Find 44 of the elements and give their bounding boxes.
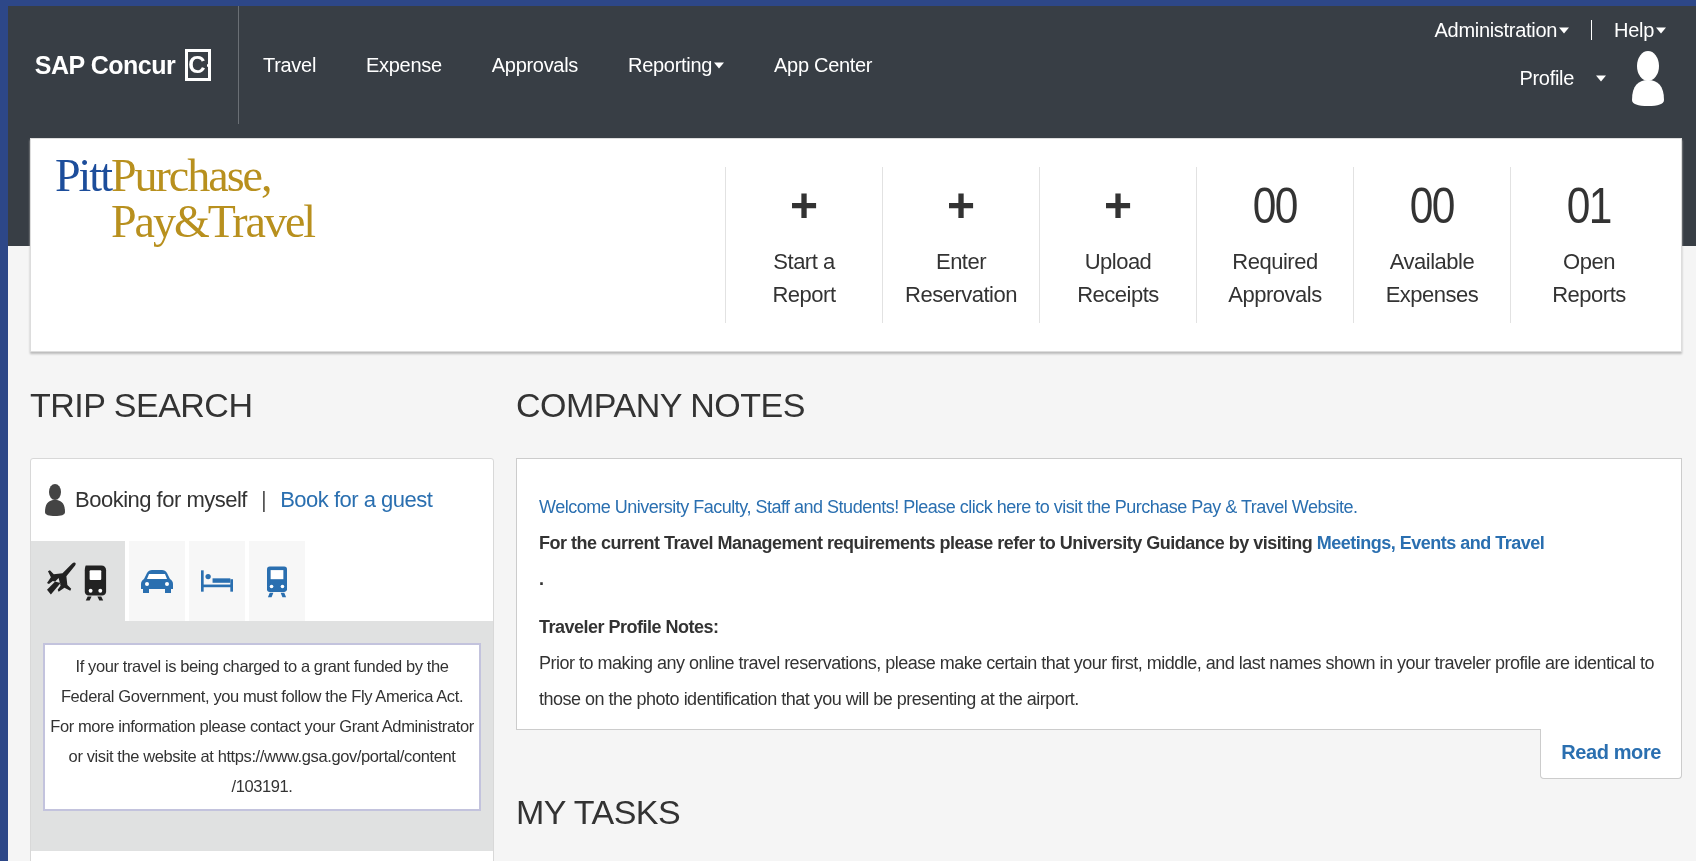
summary-tile[interactable]: + Upload Receipts [1039,167,1196,323]
train-icon [267,564,287,598]
travel-tab[interactable] [31,541,125,621]
summary-tile[interactable]: 00 Required Approvals [1196,167,1353,323]
nav-link[interactable]: App Center [774,53,873,77]
car-icon [141,569,173,593]
utility-menu-link[interactable]: Administration [1434,18,1570,42]
profile-notes-text: Prior to making any online travel reservations, please make certain that your first, middle, and last names shown in your traveler profile are identical to those on the photo identification that you will be presenting at the airport. [539,652,1656,711]
summary-tile[interactable]: + Start a Report [725,167,882,323]
period-text: . [539,568,545,591]
booking-label: Booking for myself [75,487,247,513]
bed-icon [201,569,233,593]
profile-menu[interactable]: Profile [1519,66,1606,90]
website-link[interactable]: Welcome University Faculty, Staff and Students! Please click here to visit the Purchase Pay & Travel Website. [539,489,1659,525]
summary-tile[interactable]: 01 Open Reports [1510,167,1667,323]
summary-tile[interactable]: + Enter Reservation [882,167,1039,323]
brand-logo-mark[interactable]: C [185,49,212,81]
pitt-logo[interactable]: PittPurchase, Pay&Travel [31,139,315,351]
separator: | [260,487,267,513]
caret-icon [1656,26,1666,34]
plane-train-icon [47,561,109,601]
guidance-link[interactable]: Meetings, Events and Travel [1316,533,1545,553]
nav-link[interactable]: Travel [263,53,317,77]
travel-tab[interactable] [249,541,305,621]
guidance-text: For the current Travel Management requirements please refer to University Guidance by visiting Meetings, Events and Travel [539,532,1546,555]
caret-icon [1559,26,1570,34]
travel-tab[interactable] [129,541,185,621]
section-heading: MY TASKS [516,793,682,832]
user-avatar-icon[interactable] [1630,50,1666,106]
fly-america-notice: If your travel is being charged to a grant funded by the Federal Government, you must follow the Fly America Act. For more information please contact your Grant Administrator or visit the website at https://www.gsa.gov/portal/content /103191. [43,643,481,811]
caret-icon [714,61,725,69]
book-guest-link[interactable]: Book for a guest [280,487,433,513]
read-more-button[interactable]: Read more [1540,729,1682,779]
nav-link[interactable]: Approvals [491,53,578,77]
summary-tile[interactable]: 00 Available Expenses [1353,167,1510,323]
brand-logo-text[interactable]: SAP Concur [34,50,176,80]
nav-link[interactable]: Expense [366,53,442,77]
person-icon [45,484,65,516]
nav-link[interactable]: Reporting [628,53,725,77]
caret-icon [1596,74,1606,82]
section-heading: COMPANY NOTES [516,384,806,426]
section-heading: TRIP SEARCH [30,384,254,426]
utility-menu-link[interactable]: Help [1614,18,1666,42]
notes-subheading: Traveler Profile Notes: [539,616,720,639]
